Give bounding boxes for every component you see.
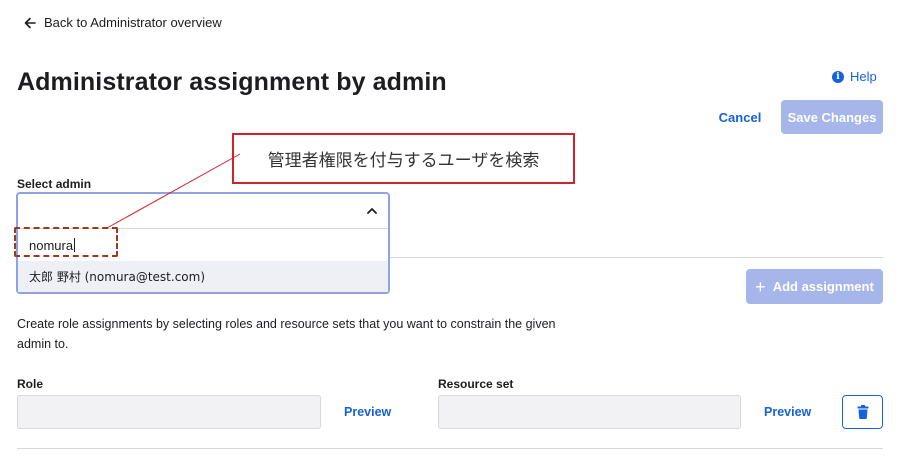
add-assignment-button[interactable]: + Add assignment bbox=[746, 269, 883, 304]
chevron-up-icon[interactable] bbox=[366, 205, 378, 217]
back-link[interactable]: Back to Administrator overview bbox=[24, 15, 222, 30]
page-title: Administrator assignment by admin bbox=[17, 68, 447, 96]
back-link-label: Back to Administrator overview bbox=[44, 15, 222, 30]
help-label: Help bbox=[850, 69, 877, 84]
trash-icon bbox=[857, 405, 868, 419]
add-assignment-label: Add assignment bbox=[772, 279, 874, 294]
admin-select-control[interactable] bbox=[18, 194, 388, 229]
admin-option[interactable]: 太郎 野村 (nomura@test.com) bbox=[18, 261, 388, 292]
cancel-button[interactable]: Cancel bbox=[712, 106, 768, 128]
resource-set-preview-link[interactable]: Preview bbox=[764, 405, 811, 419]
info-icon: i bbox=[832, 70, 844, 83]
admin-dropdown[interactable]: nomura 太郎 野村 (nomura@test.com) bbox=[16, 192, 390, 294]
save-changes-button[interactable]: Save Changes bbox=[781, 100, 883, 134]
bottom-divider bbox=[17, 448, 883, 449]
admin-search-value: nomura bbox=[29, 237, 74, 253]
resource-set-label: Resource set bbox=[438, 377, 514, 391]
role-label: Role bbox=[17, 377, 44, 391]
admin-search-input[interactable]: nomura bbox=[18, 229, 388, 261]
plus-icon: + bbox=[755, 276, 766, 297]
page: Back to Administrator overview Administr… bbox=[0, 0, 900, 458]
text-caret bbox=[74, 238, 76, 252]
assignment-description: Create role assignments by selecting rol… bbox=[17, 317, 556, 351]
section-divider bbox=[390, 257, 883, 258]
select-admin-label: Select admin bbox=[17, 177, 92, 191]
role-select[interactable] bbox=[17, 395, 321, 429]
resource-set-select[interactable] bbox=[438, 395, 741, 429]
annotation-callout: 管理者権限を付与するユーザを検索 bbox=[232, 133, 575, 184]
role-preview-link[interactable]: Preview bbox=[344, 405, 391, 419]
arrow-left-icon bbox=[24, 17, 36, 28]
delete-assignment-button[interactable] bbox=[842, 395, 883, 429]
help-link[interactable]: i Help bbox=[832, 69, 877, 84]
